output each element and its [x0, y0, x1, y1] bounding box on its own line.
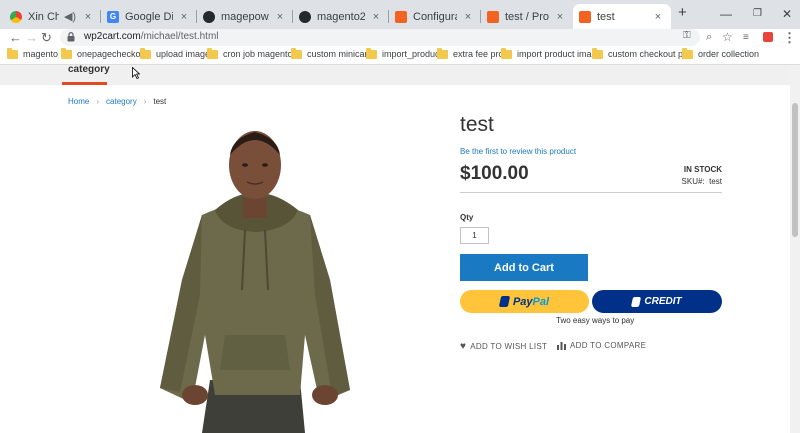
product-title: test	[460, 113, 494, 136]
product-page: category Home › category › test test Be …	[0, 65, 790, 433]
compare-icon	[557, 341, 566, 350]
menu-icon[interactable]: ⋮	[783, 29, 796, 46]
stock-status: IN STOCK	[683, 165, 722, 174]
magento-icon	[395, 10, 407, 23]
folder-icon	[366, 47, 377, 59]
browser-tab-strip: Xin Chào Ngà ◀) × G Google Dich × magepo…	[0, 0, 800, 29]
folder-icon	[140, 47, 151, 59]
key-icon[interactable]: ⚿	[683, 30, 691, 41]
tab-search-icon[interactable]: ≡	[743, 29, 749, 46]
sku-value: test	[709, 177, 722, 186]
github-icon	[299, 10, 311, 23]
url-path: /michael/test.html	[140, 31, 219, 42]
folder-icon	[207, 47, 218, 59]
sku-label: SKU#:	[681, 177, 705, 186]
close-tab-icon[interactable]: ×	[273, 11, 287, 23]
paypal-button[interactable]: PayPal	[460, 290, 589, 313]
chrome-icon	[10, 10, 22, 23]
minimize-icon[interactable]: —	[720, 7, 732, 21]
folder-icon	[592, 47, 603, 59]
scrollbar-thumb[interactable]	[792, 103, 798, 237]
nav-item-category[interactable]: category	[68, 65, 110, 75]
url-host: wp2cart.com	[84, 31, 141, 42]
folder-icon	[7, 47, 18, 59]
heart-icon: ♥	[460, 341, 467, 352]
bookmarks-bar: magento onepagecheckout upload image cro…	[0, 46, 800, 65]
browser-tab[interactable]: magepow/mager ×	[197, 4, 293, 29]
add-to-cart-button[interactable]: Add to Cart	[460, 254, 588, 281]
translate-icon: G	[107, 10, 119, 23]
audio-icon: ◀)	[63, 11, 77, 23]
url-text: wp2cart.com/michael/test.html	[84, 31, 219, 42]
folder-icon	[61, 47, 72, 59]
address-bar[interactable]: wp2cart.com/michael/test.html ⚿	[60, 29, 700, 46]
product-image[interactable]	[140, 120, 370, 433]
paypal-credit-button[interactable]: CREDIT	[592, 290, 722, 313]
paypal-logo-icon	[631, 296, 642, 307]
breadcrumb-category[interactable]: category	[106, 97, 137, 106]
magento-icon	[487, 10, 499, 23]
page-scrollbar[interactable]	[790, 65, 800, 433]
product-sku: SKU#: test	[682, 177, 722, 186]
bookmark-folder[interactable]: cron job magento 2	[207, 47, 300, 59]
breadcrumb-separator-icon: ›	[143, 97, 147, 106]
close-tab-icon[interactable]: ×	[553, 11, 567, 23]
paypal-note: Two easy ways to pay	[556, 316, 635, 325]
extension-icon[interactable]	[763, 32, 773, 42]
new-tab-icon[interactable]: +	[678, 4, 687, 21]
category-nav: category	[0, 65, 790, 85]
folder-icon	[501, 47, 512, 59]
add-to-compare-link[interactable]: ADD TO COMPARE	[557, 341, 646, 350]
breadcrumb-separator-icon: ›	[96, 97, 100, 106]
lock-icon	[67, 32, 75, 42]
review-link[interactable]: Be the first to review this product	[460, 147, 576, 156]
divider	[460, 192, 722, 193]
bookmark-folder[interactable]: custom checkout p...	[592, 47, 691, 59]
bookmark-folder[interactable]: extra fee proj	[437, 47, 506, 59]
forward-icon[interactable]: →	[25, 29, 38, 46]
browser-tab[interactable]: G Google Dich ×	[101, 4, 197, 29]
bookmark-folder[interactable]: import_product	[366, 47, 442, 59]
browser-tab[interactable]: Configuration / Se ×	[389, 4, 481, 29]
bookmark-folder[interactable]: upload image	[140, 47, 210, 59]
browser-tab[interactable]: Xin Chào Ngà ◀) ×	[4, 4, 101, 29]
add-to-wishlist-link[interactable]: ♥ ADD TO WISH LIST	[460, 341, 547, 352]
bookmark-folder[interactable]: custom minicart	[291, 47, 370, 59]
close-window-icon[interactable]: ✕	[782, 7, 792, 21]
folder-icon	[291, 47, 302, 59]
close-tab-icon[interactable]: ×	[369, 11, 383, 23]
close-tab-icon[interactable]: ×	[81, 11, 95, 23]
zoom-icon[interactable]: ⌕	[706, 29, 712, 46]
browser-tab-active[interactable]: test ×	[573, 4, 671, 29]
folder-icon	[437, 47, 448, 59]
bookmark-folder[interactable]: onepagecheckout	[61, 47, 148, 59]
mouse-cursor-icon	[132, 67, 140, 79]
qty-label: Qty	[460, 213, 474, 222]
magento-icon	[579, 10, 591, 23]
breadcrumb-home[interactable]: Home	[68, 97, 89, 106]
bookmark-folder[interactable]: magento	[7, 47, 58, 59]
browser-tab[interactable]: test / Products / I ×	[481, 4, 573, 29]
back-icon[interactable]: ←	[9, 29, 22, 46]
close-tab-icon[interactable]: ×	[461, 11, 475, 23]
github-icon	[203, 10, 215, 23]
paypal-logo-icon	[498, 296, 511, 307]
reload-icon[interactable]: ↻	[41, 29, 52, 46]
bookmark-folder[interactable]: import product ima...	[501, 47, 599, 59]
bookmark-folder[interactable]: order collection	[682, 47, 759, 59]
product-price: $100.00	[460, 163, 529, 184]
browser-tab[interactable]: magento2-catego ×	[293, 4, 389, 29]
restore-icon[interactable]: ❐	[753, 8, 762, 19]
close-tab-icon[interactable]: ×	[651, 11, 665, 23]
breadcrumb-current: test	[153, 97, 167, 106]
nav-active-indicator	[62, 82, 107, 85]
close-tab-icon[interactable]: ×	[177, 11, 191, 23]
breadcrumb: Home › category › test	[68, 97, 166, 106]
folder-icon	[682, 47, 693, 59]
qty-input[interactable]	[460, 227, 489, 244]
bookmark-star-icon[interactable]: ☆	[722, 29, 733, 46]
browser-toolbar: ← → ↻ wp2cart.com/michael/test.html ⚿ ⌕ …	[0, 29, 800, 46]
